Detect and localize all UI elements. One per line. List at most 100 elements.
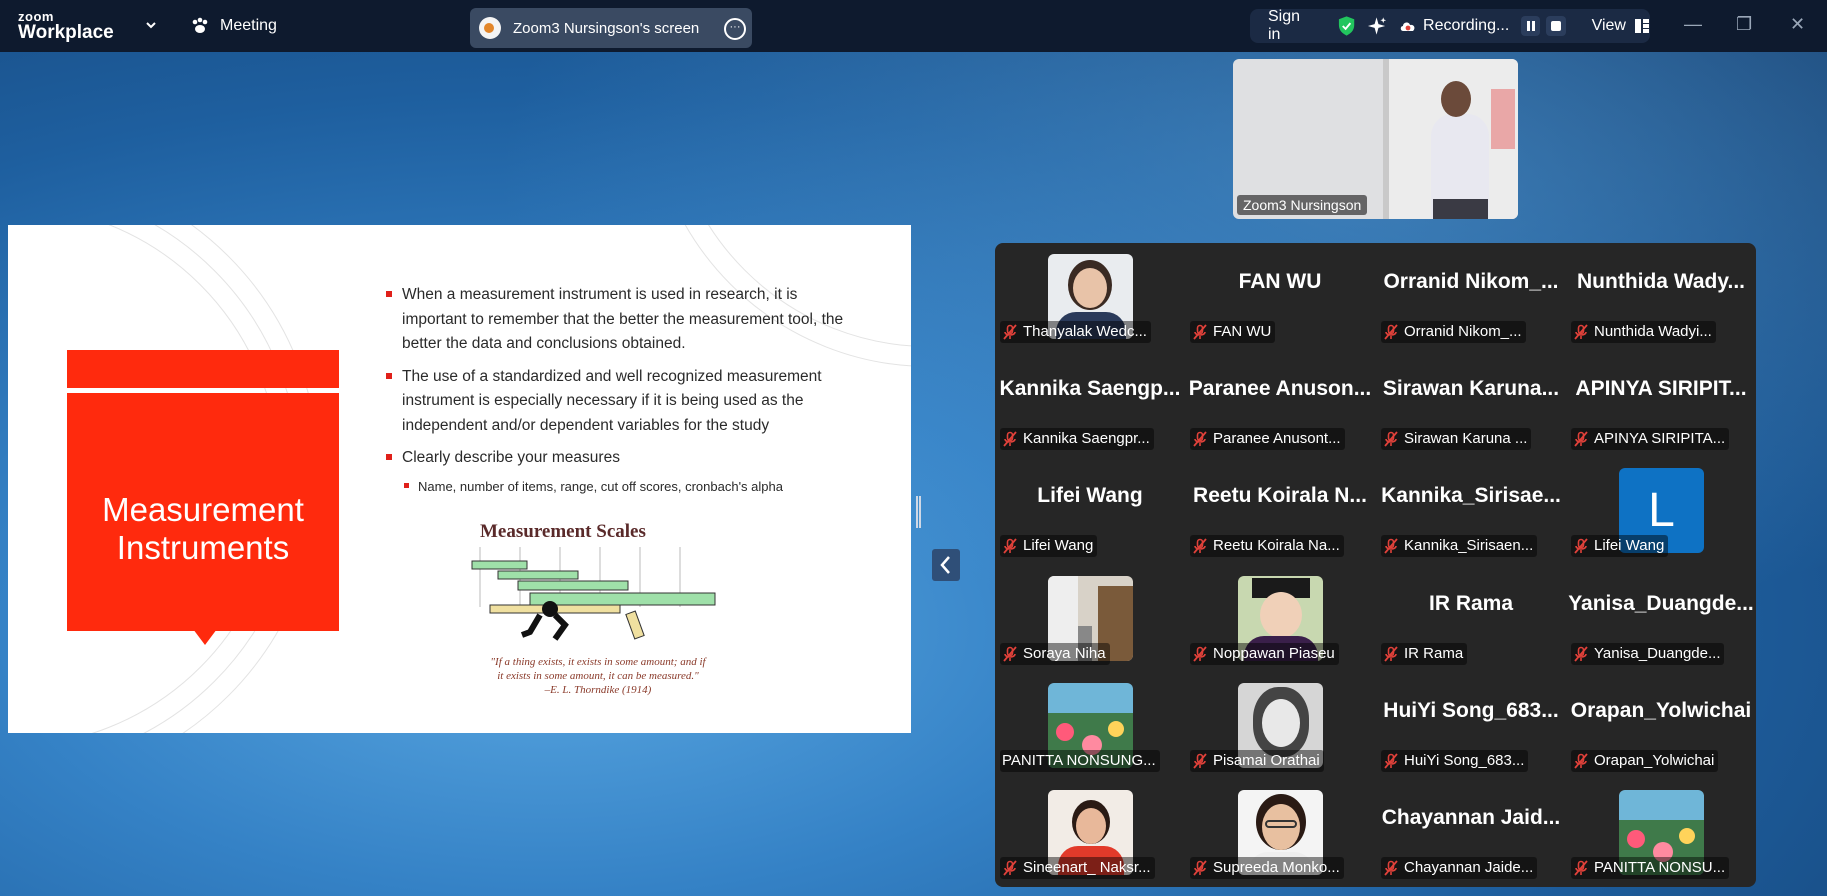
participant-name-tag: IR Rama <box>1381 643 1468 665</box>
mic-muted-icon <box>1383 431 1404 447</box>
sharer-avatar-icon <box>479 17 501 39</box>
mic-muted-icon <box>1002 431 1023 447</box>
participant-tile[interactable]: Noppawan Piaseu <box>1185 565 1375 672</box>
mic-muted-icon <box>1573 431 1594 447</box>
participant-tile[interactable]: Kannika_Sirisae... Kannika_Sirisaen... <box>1376 457 1566 564</box>
mic-muted-icon <box>1002 538 1023 554</box>
participant-name: IR Rama <box>1404 645 1464 662</box>
slide-title-box: Measurement Instruments <box>67 393 339 631</box>
participant-tile[interactable]: Lifei Wang Lifei Wang <box>995 457 1185 564</box>
pause-recording-button[interactable] <box>1521 16 1541 36</box>
sign-in-button[interactable]: Sign in <box>1268 8 1315 44</box>
participant-name-tag: APINYA SIRIPITA... <box>1571 428 1730 450</box>
mic-muted-icon <box>1383 753 1404 769</box>
participant-tile[interactable]: L Lifei Wang <box>1566 457 1756 564</box>
participant-name-tag: HuiYi Song_683... <box>1381 750 1529 772</box>
participant-tile[interactable]: Orapan_Yolwichai Orapan_Yolwichai <box>1566 672 1756 779</box>
participant-tile[interactable]: Sirawan Karuna... Sirawan Karuna ... <box>1376 350 1566 457</box>
participant-tile[interactable]: PANITTA NONSUNG... <box>995 672 1185 779</box>
participant-tile[interactable]: Pisamai Orathai <box>1185 672 1375 779</box>
slide-sub-bullet: Name, number of items, range, cut off sc… <box>384 475 844 500</box>
participant-display-name: Chayannan Jaid... <box>1381 806 1561 829</box>
panel-resize-handle[interactable] <box>916 496 921 528</box>
recording-status[interactable]: Recording... <box>1399 17 1509 35</box>
mic-muted-icon <box>1192 538 1213 554</box>
participant-tile[interactable]: Paranee Anuson... Paranee Anusont... <box>1185 350 1375 457</box>
chevron-left-icon <box>940 556 950 574</box>
participant-name-tag: Paranee Anusont... <box>1190 428 1345 450</box>
participant-display-name: IR Rama <box>1428 592 1514 615</box>
participant-tile[interactable]: Yanisa_Duangde... Yanisa_Duangde... <box>1566 565 1756 672</box>
participant-name: FAN WU <box>1213 323 1272 340</box>
logo-bottom-text: Workplace <box>18 22 114 43</box>
participant-name: Orapan_Yolwichai <box>1594 752 1715 769</box>
speaker-video[interactable]: Zoom3 Nursingson <box>1233 59 1518 219</box>
participant-name: Lifei Wang <box>1023 537 1094 554</box>
participant-name-tag: Chayannan Jaide... <box>1381 857 1538 879</box>
participant-name-tag: FAN WU <box>1190 321 1276 343</box>
mic-muted-icon <box>1573 753 1594 769</box>
participant-display-name: Kannika_Sirisae... <box>1381 484 1561 507</box>
meeting-label: Meeting <box>220 17 277 34</box>
participant-tile[interactable]: Orranid Nikom_... Orranid Nikom_... <box>1376 243 1566 350</box>
security-shield-icon[interactable] <box>1337 15 1356 37</box>
collapse-gallery-button[interactable] <box>932 549 960 581</box>
mic-muted-icon <box>1383 646 1404 662</box>
participant-display-name: APINYA SIRIPIT... <box>1575 377 1747 400</box>
participant-tile[interactable]: Soraya Niha <box>995 565 1185 672</box>
participant-name-tag: Reetu Koirala Na... <box>1190 535 1344 557</box>
restore-window-icon[interactable]: ❐ <box>1736 14 1752 35</box>
slide-bullet: When a measurement instrument is used in… <box>384 283 844 357</box>
slide-red-strip <box>67 350 339 388</box>
quote-line: "If a thing exists, it exists in some am… <box>490 656 706 668</box>
more-options-icon[interactable]: ··· <box>724 18 746 40</box>
meeting-menu[interactable]: Meeting <box>190 16 277 36</box>
stop-recording-button[interactable] <box>1546 16 1566 36</box>
view-menu[interactable]: View <box>1592 17 1650 35</box>
mic-muted-icon <box>1192 753 1213 769</box>
participant-name-tag: Orapan_Yolwichai <box>1571 750 1719 772</box>
participant-tile[interactable]: HuiYi Song_683... HuiYi Song_683... <box>1376 672 1566 779</box>
mic-muted-icon <box>1192 646 1213 662</box>
participant-tile[interactable]: Nunthida Wady... Nunthida Wadyi... <box>1566 243 1756 350</box>
participant-tile[interactable]: PANITTA NONSU... <box>1566 779 1756 886</box>
participant-tile[interactable]: Sineenart_ Naksr... <box>995 779 1185 886</box>
participant-name: Noppawan Piaseu <box>1213 645 1335 662</box>
slide-callout-pointer <box>193 629 217 645</box>
participant-tile[interactable]: Thanyalak Wedc... <box>995 243 1185 350</box>
participant-tile[interactable]: APINYA SIRIPIT... APINYA SIRIPITA... <box>1566 350 1756 457</box>
slide-bullet: Clearly describe your measures <box>384 446 844 471</box>
participant-name-tag: Lifei Wang <box>1571 535 1669 557</box>
participant-display-name: Paranee Anuson... <box>1188 377 1372 400</box>
participant-tile[interactable]: Reetu Koirala N... Reetu Koirala Na... <box>1185 457 1375 564</box>
minimize-window-icon[interactable]: — <box>1684 14 1702 35</box>
participant-name-tag: Lifei Wang <box>1000 535 1098 557</box>
speaker-pants <box>1433 199 1488 219</box>
participant-name: Paranee Anusont... <box>1213 430 1341 447</box>
ai-companion-sparkle-icon[interactable] <box>1366 15 1387 37</box>
participant-name-tag: Orranid Nikom_... <box>1381 321 1526 343</box>
participant-name-tag: Nunthida Wadyi... <box>1571 321 1716 343</box>
mic-muted-icon <box>1002 646 1023 662</box>
participant-display-name: HuiYi Song_683... <box>1383 699 1559 722</box>
participant-name-tag: Thanyalak Wedc... <box>1000 321 1151 343</box>
participant-tile[interactable]: IR Rama IR Rama <box>1376 565 1566 672</box>
participant-name: Lifei Wang <box>1594 537 1665 554</box>
share-title: Zoom3 Nursingson's screen <box>513 19 700 37</box>
participant-name-tag: Soraya Niha <box>1000 643 1110 665</box>
speaker-name-tag: Zoom3 Nursingson <box>1237 195 1368 215</box>
participant-tile[interactable]: FAN WU FAN WU <box>1185 243 1375 350</box>
participant-tile[interactable]: Kannika Saengp... Kannika Saengpr... <box>995 350 1185 457</box>
close-window-icon[interactable]: ✕ <box>1790 14 1805 35</box>
participant-gallery: Thanyalak Wedc... FAN WU FAN WU Orranid Nik… <box>995 243 1756 887</box>
participant-name: Kannika Saengpr... <box>1023 430 1150 447</box>
participant-name-tag: Noppawan Piaseu <box>1190 643 1339 665</box>
chevron-down-icon[interactable] <box>144 18 158 32</box>
screen-share-pill[interactable]: Zoom3 Nursingson's screen ··· <box>470 8 752 48</box>
participant-tile[interactable]: Chayannan Jaid... Chayannan Jaide... <box>1376 779 1566 886</box>
participant-name: Nunthida Wadyi... <box>1594 323 1712 340</box>
participant-display-name: FAN WU <box>1238 270 1322 293</box>
participant-tile[interactable]: Supreeda Monko... <box>1185 779 1375 886</box>
participant-name-tag: Kannika Saengpr... <box>1000 428 1154 450</box>
participant-name: Supreeda Monko... <box>1213 859 1340 876</box>
